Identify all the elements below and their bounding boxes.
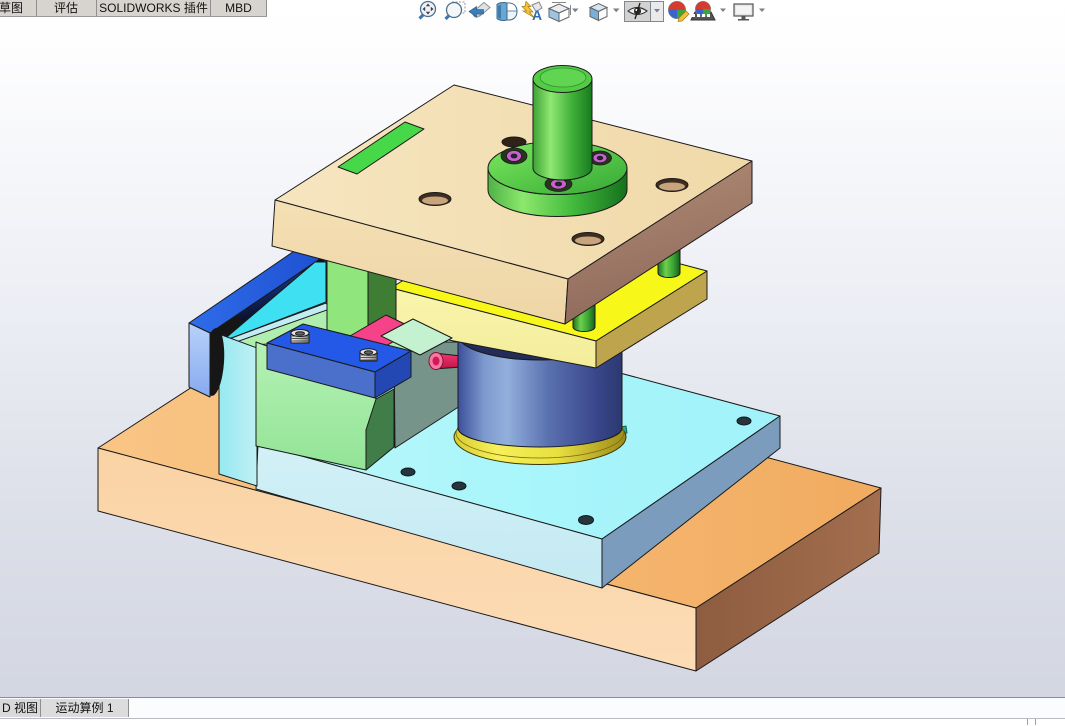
- svg-text:A: A: [532, 7, 542, 23]
